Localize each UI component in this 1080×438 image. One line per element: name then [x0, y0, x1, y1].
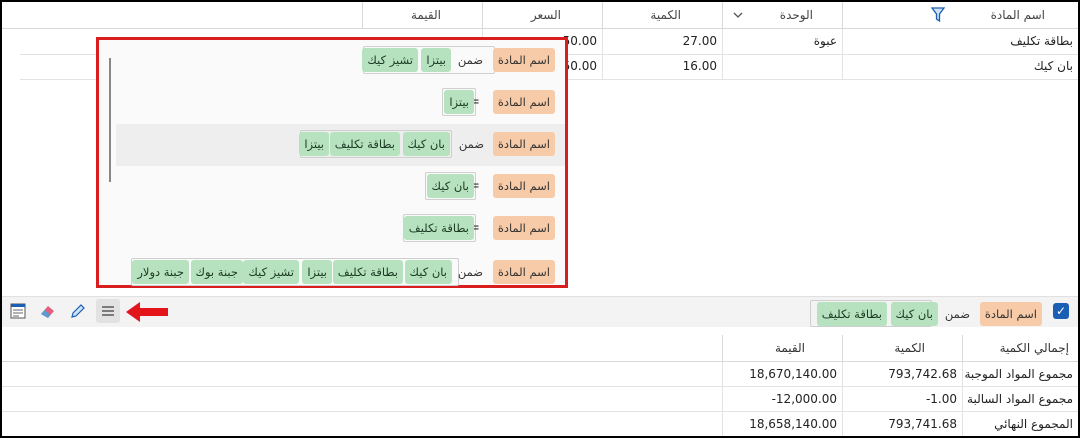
window-frame — [0, 0, 1080, 438]
